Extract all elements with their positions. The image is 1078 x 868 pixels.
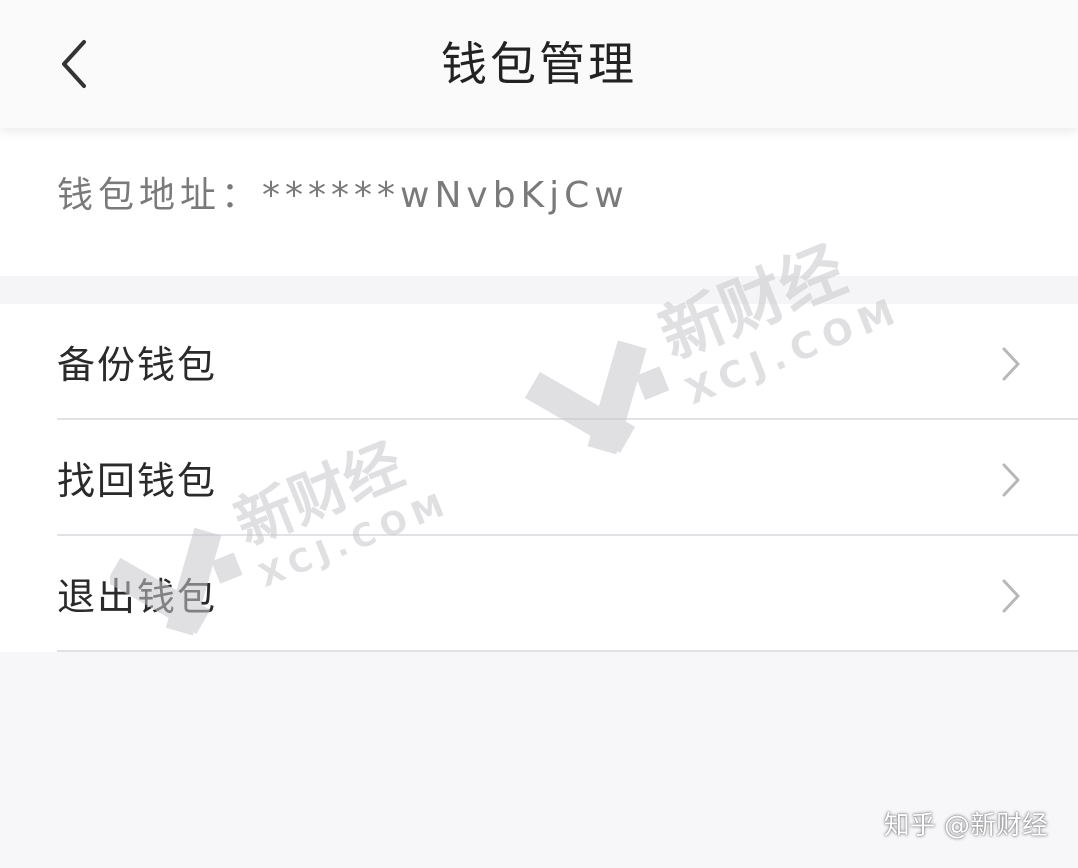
wallet-menu-list: 备份钱包 找回钱包 退出钱包 <box>0 304 1078 652</box>
backup-wallet-item[interactable]: 备份钱包 <box>0 304 1078 420</box>
header-bar: 钱包管理 <box>0 0 1078 128</box>
divider <box>57 650 1078 652</box>
chevron-right-icon <box>1002 463 1020 497</box>
chevron-right-icon <box>1002 347 1020 381</box>
recover-wallet-item[interactable]: 找回钱包 <box>0 420 1078 536</box>
page-title: 钱包管理 <box>441 37 637 91</box>
menu-item-label: 备份钱包 <box>57 343 218 387</box>
section-gap <box>0 276 1078 304</box>
exit-wallet-item[interactable]: 退出钱包 <box>0 536 1078 652</box>
wallet-address-label: 钱包地址： <box>57 175 263 216</box>
chevron-right-icon <box>1002 579 1020 613</box>
wallet-address-value: ******wNvbKjCw <box>262 175 629 216</box>
menu-item-label: 找回钱包 <box>57 459 218 503</box>
wallet-address-section: 钱包地址：******wNvbKjCw <box>0 128 1078 276</box>
wallet-address: 钱包地址：******wNvbKjCw <box>57 172 629 220</box>
menu-item-label: 退出钱包 <box>57 575 218 619</box>
attribution-text: 知乎 @新财经 <box>883 811 1048 841</box>
